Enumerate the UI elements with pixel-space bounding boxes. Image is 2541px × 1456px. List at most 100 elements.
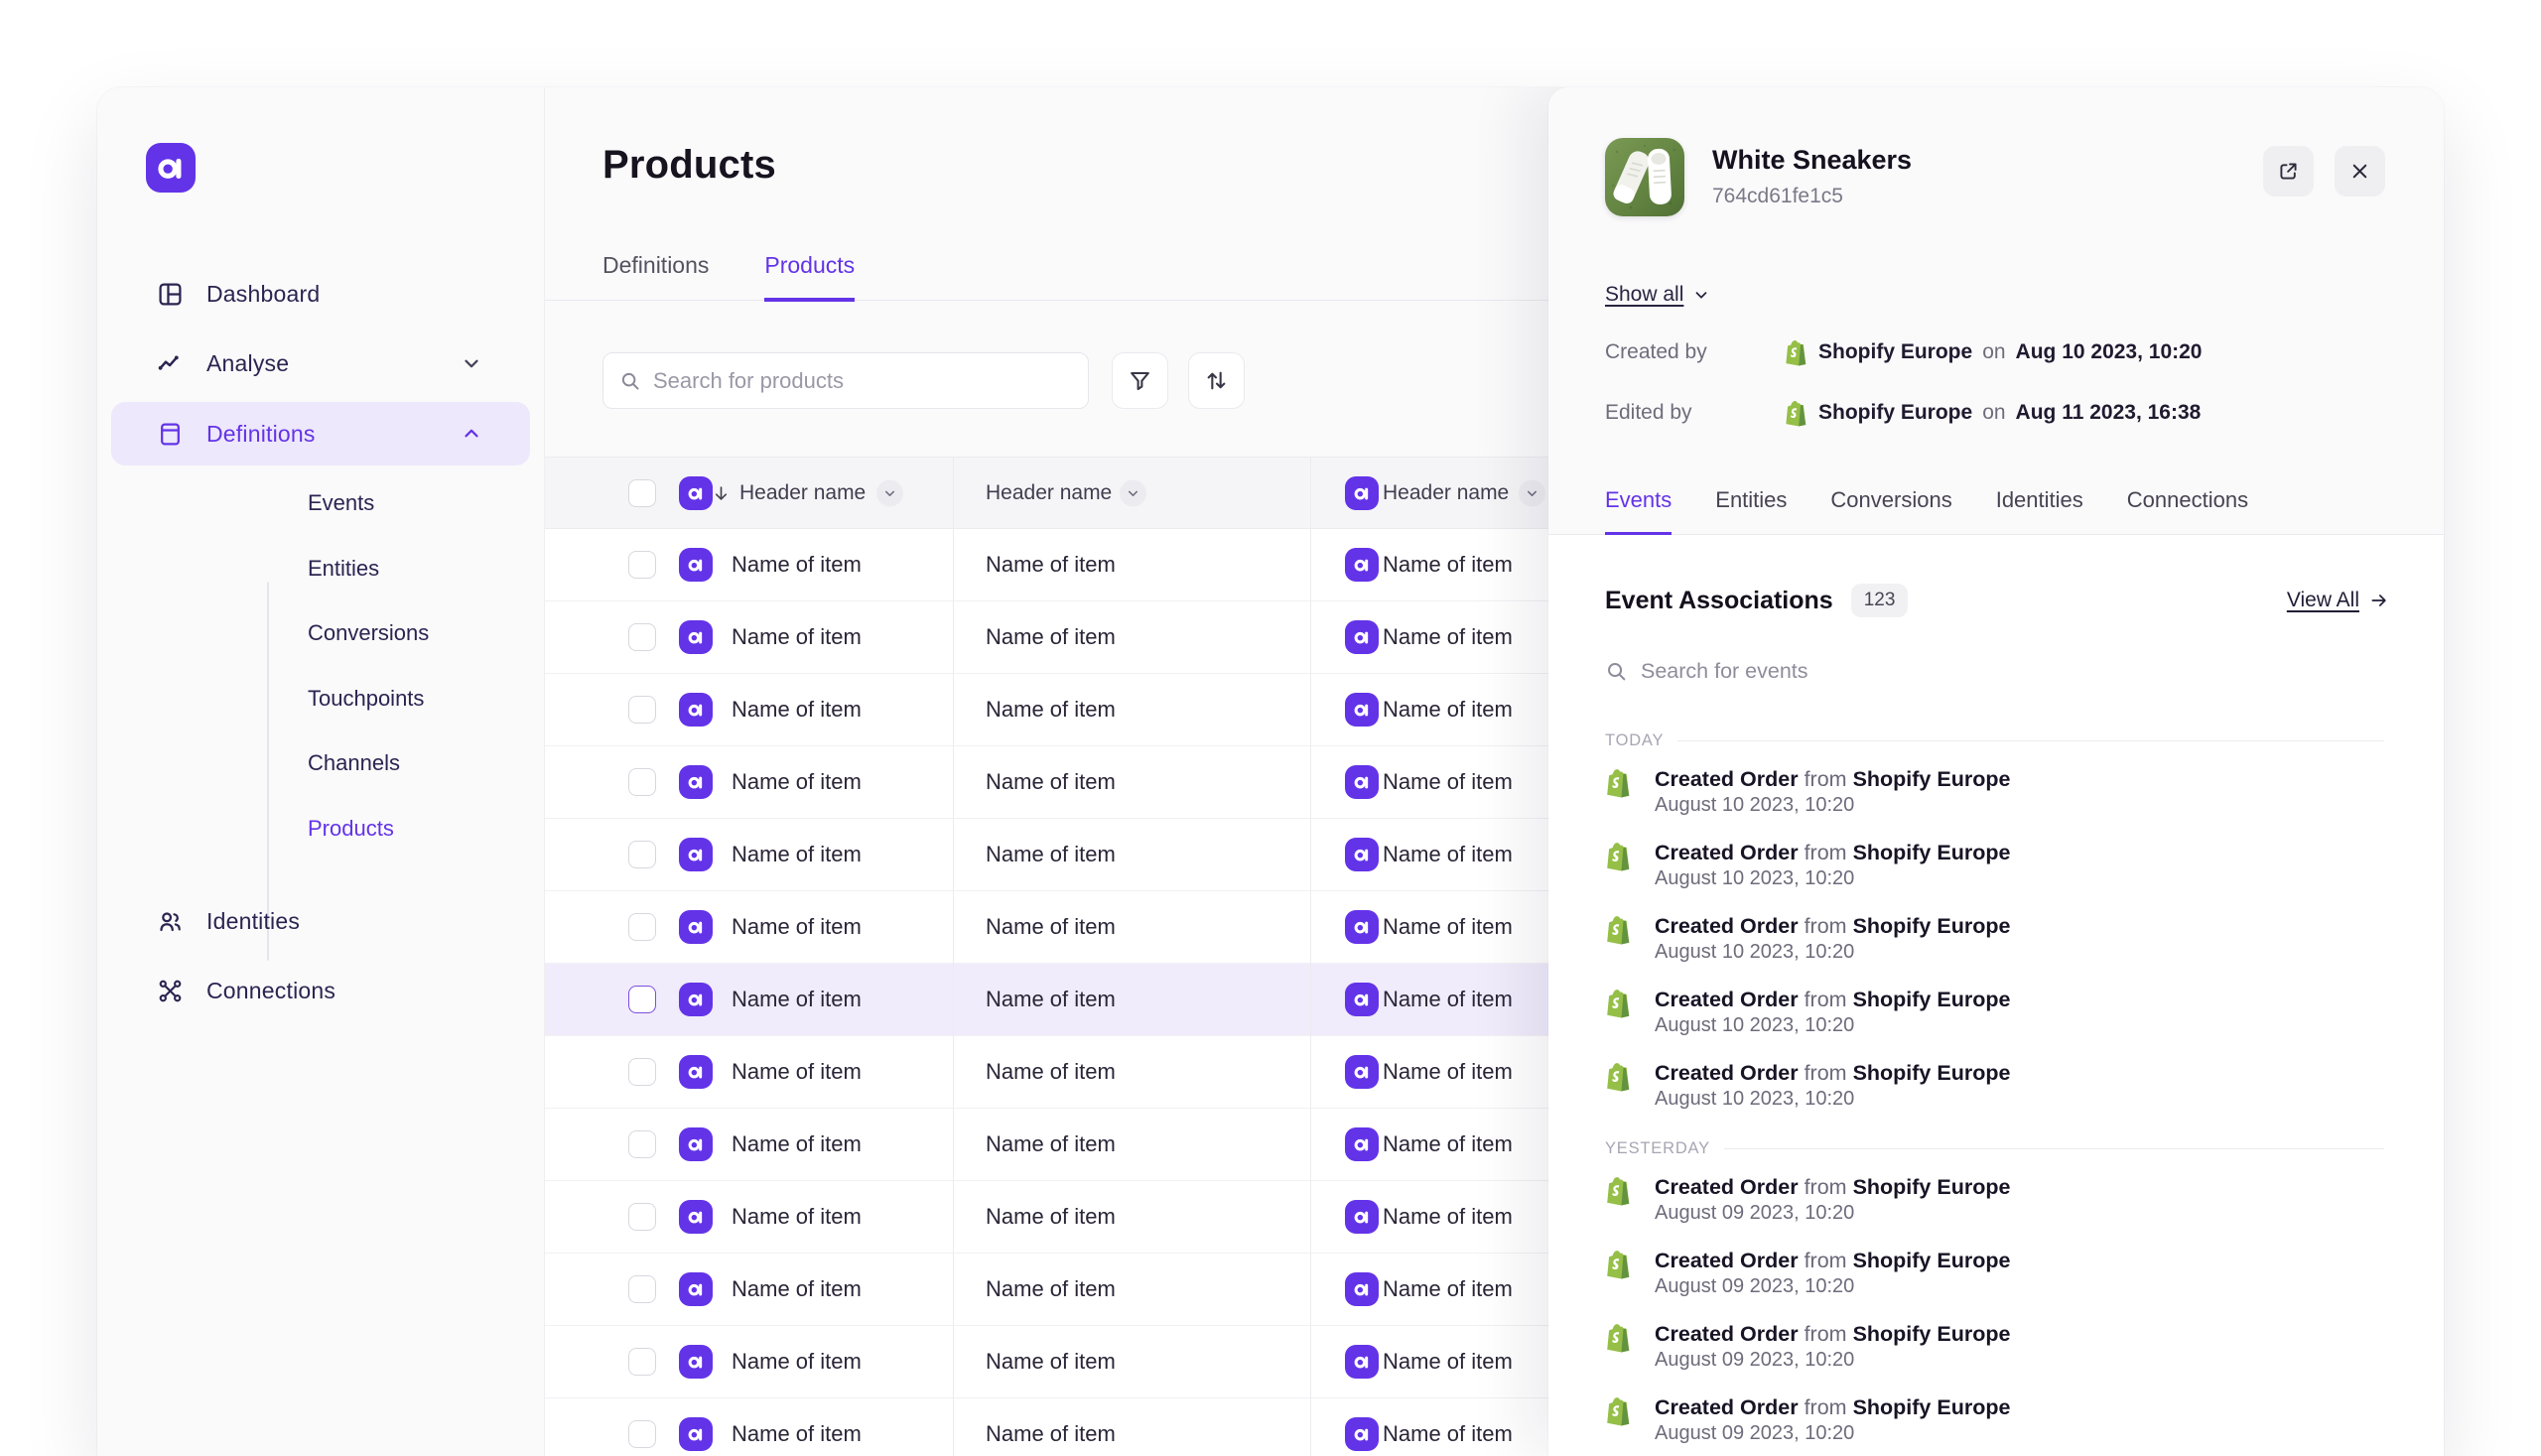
close-panel-button[interactable] (2335, 146, 2385, 197)
sidebar-subitem-products[interactable]: Products (286, 805, 524, 853)
column-divider (953, 457, 954, 1456)
event-list-item[interactable]: Created Order from Shopify Europe August… (1605, 913, 2384, 961)
view-all-link[interactable]: View All (2287, 589, 2389, 612)
row-checkbox[interactable] (628, 986, 656, 1013)
item-logo-badge (1345, 476, 1379, 510)
event-name: Created Order (1655, 1175, 1799, 1199)
cell-name: Name of item (1383, 987, 1513, 1012)
cell-name: Name of item (732, 552, 862, 578)
panel-tab-connections[interactable]: Connections (2127, 487, 2248, 535)
show-all-dropdown[interactable]: Show all (1605, 283, 1710, 307)
event-source: Shopify Europe (1853, 1249, 2011, 1272)
column-menu-button[interactable] (1519, 479, 1545, 506)
row-checkbox[interactable] (628, 768, 656, 796)
cell-name: Name of item (1383, 1059, 1513, 1085)
item-logo-badge (679, 548, 713, 582)
products-search[interactable] (602, 352, 1089, 409)
row-checkbox[interactable] (628, 551, 656, 579)
item-logo-badge (679, 983, 713, 1016)
column-menu-button[interactable] (1120, 479, 1146, 506)
event-name: Created Order (1655, 841, 1799, 864)
cell-name: Name of item (986, 1349, 1116, 1375)
sidebar-item-analyse[interactable]: Analyse (111, 331, 530, 395)
row-checkbox[interactable] (628, 1420, 656, 1448)
external-link-icon (2277, 160, 2300, 183)
event-list-item[interactable]: Created Order from Shopify Europe August… (1605, 1321, 2384, 1369)
row-checkbox[interactable] (628, 1058, 656, 1086)
event-source: Shopify Europe (1853, 1322, 2011, 1346)
item-logo-badge (1345, 620, 1379, 654)
event-source: Shopify Europe (1853, 841, 2011, 864)
item-logo-badge (679, 1127, 713, 1161)
event-list-item[interactable]: Created Order from Shopify Europe August… (1605, 1394, 2384, 1442)
cell-name: Name of item (986, 1131, 1116, 1157)
row-checkbox[interactable] (628, 696, 656, 724)
sidebar-subitem-entities[interactable]: Entities (286, 545, 524, 593)
sidebar-subitem-events[interactable]: Events (286, 479, 524, 527)
sort-icon (1204, 368, 1229, 393)
identities-icon (157, 908, 184, 935)
chevron-up-icon (461, 423, 482, 445)
dashboard-icon (157, 281, 184, 308)
sidebar-subitem-channels[interactable]: Channels (286, 739, 524, 787)
column-header[interactable]: Header name (1383, 481, 1509, 505)
cell-name: Name of item (986, 552, 1116, 578)
column-header[interactable]: Header name (739, 481, 866, 505)
row-checkbox[interactable] (628, 1275, 656, 1303)
tab-definitions[interactable]: Definitions (602, 252, 709, 300)
panel-tab-identities[interactable]: Identities (1996, 487, 2083, 535)
row-checkbox[interactable] (628, 1203, 656, 1231)
cell-name: Name of item (1383, 1131, 1513, 1157)
event-list-item[interactable]: Created Order from Shopify Europe August… (1605, 1174, 2384, 1222)
select-all-checkbox[interactable] (628, 479, 656, 507)
item-logo-badge (679, 1272, 713, 1306)
event-name: Created Order (1655, 1249, 1799, 1272)
row-checkbox[interactable] (628, 913, 656, 941)
sidebar-subitem-conversions[interactable]: Conversions (286, 609, 524, 657)
item-logo-badge (1345, 983, 1379, 1016)
item-logo-badge (679, 1200, 713, 1234)
column-header[interactable]: Header name (986, 481, 1112, 505)
event-list-item[interactable]: Created Order from Shopify Europe August… (1605, 1060, 2384, 1108)
cell-name: Name of item (732, 624, 862, 650)
sidebar-item-dashboard[interactable]: Dashboard (111, 262, 530, 326)
event-list-item[interactable]: Created Order from Shopify Europe August… (1605, 840, 2384, 887)
open-external-button[interactable] (2263, 146, 2314, 197)
cell-name: Name of item (732, 914, 862, 940)
row-checkbox[interactable] (628, 841, 656, 868)
sidebar-item-connections[interactable]: Connections (111, 959, 530, 1022)
events-search[interactable] (1605, 659, 2384, 684)
panel-tab-entities[interactable]: Entities (1715, 487, 1787, 535)
item-logo-badge (1345, 910, 1379, 944)
event-name: Created Order (1655, 1322, 1799, 1346)
event-list-item[interactable]: Created Order from Shopify Europe August… (1605, 987, 2384, 1034)
sidebar-item-identities[interactable]: Identities (111, 889, 530, 953)
events-search-input[interactable] (1641, 659, 2384, 684)
column-menu-button[interactable] (876, 479, 903, 506)
item-logo-badge (679, 620, 713, 654)
row-checkbox[interactable] (628, 1130, 656, 1158)
row-checkbox[interactable] (628, 623, 656, 651)
sidebar-subitem-touchpoints[interactable]: Touchpoints (286, 675, 524, 723)
cell-name: Name of item (1383, 1421, 1513, 1447)
sidebar-item-definitions[interactable]: Definitions (111, 402, 530, 465)
sidebar-item-label: Definitions (206, 421, 316, 448)
date-group-divider (1677, 740, 2384, 741)
panel-tab-conversions[interactable]: Conversions (1830, 487, 1951, 535)
sidebar-item-label: Dashboard (206, 281, 320, 308)
event-list-item[interactable]: Created Order from Shopify Europe August… (1605, 766, 2384, 814)
app-logo[interactable] (146, 143, 196, 193)
sort-button[interactable] (1188, 352, 1245, 409)
row-checkbox[interactable] (628, 1348, 656, 1376)
cell-name: Name of item (986, 1059, 1116, 1085)
filter-button[interactable] (1112, 352, 1168, 409)
tab-products[interactable]: Products (764, 252, 855, 302)
sidebar-item-label: Identities (206, 908, 300, 935)
search-input[interactable] (653, 368, 1072, 394)
shopify-icon (1606, 1323, 1632, 1353)
event-source: Shopify Europe (1853, 767, 2011, 791)
cell-name: Name of item (986, 624, 1116, 650)
event-list-item[interactable]: Created Order from Shopify Europe August… (1605, 1248, 2384, 1295)
panel-tab-events[interactable]: Events (1605, 487, 1672, 535)
analyse-icon (157, 350, 184, 377)
